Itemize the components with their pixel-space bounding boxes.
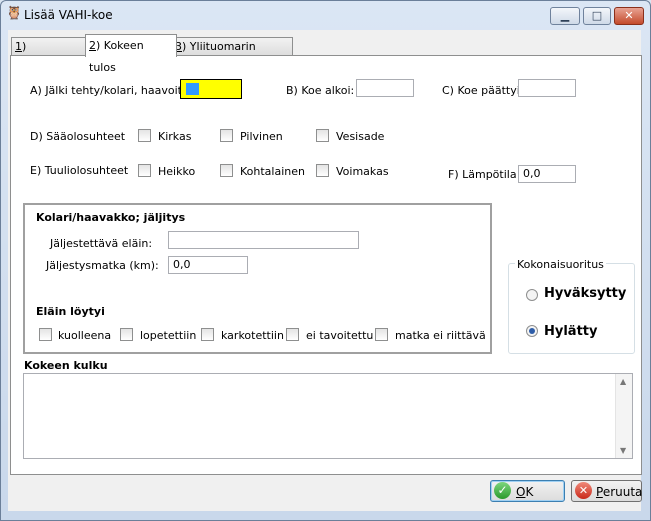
maximize-button[interactable]: □ (583, 7, 611, 25)
checkmark-icon: ✓ (494, 482, 511, 499)
cancel-x-icon: ✕ (575, 482, 592, 499)
wind-heikko-checkbox[interactable] (138, 164, 151, 177)
weather-vesisade-checkbox[interactable] (316, 129, 329, 142)
tracking-distance-input[interactable]: 0,0 (168, 256, 248, 274)
cancel-button[interactable]: ✕ Peruuta (571, 480, 642, 502)
field-b-input[interactable] (356, 79, 414, 97)
progress-scrollbar[interactable]: ▲ ▼ (615, 374, 632, 458)
owl-icon: 🦉 (6, 6, 23, 21)
field-b-label: B) Koe alkoi: (286, 84, 355, 97)
found-karkotettiin-checkbox[interactable] (201, 328, 214, 341)
window-title: Lisää VAHI-koe (24, 8, 113, 22)
wind-voimakas-checkbox[interactable] (316, 164, 329, 177)
field-a-input[interactable] (180, 79, 242, 99)
result-rejected-label: Hylätty (544, 324, 598, 339)
field-c-input[interactable] (518, 79, 576, 97)
field-c-label: C) Koe päättyi: (442, 84, 524, 97)
found-matka-ei-riittava-checkbox[interactable] (375, 328, 388, 341)
tracking-title: Kolari/haavakko; jäljitys (36, 211, 186, 224)
tab-perustiedot[interactable]: 1) Perustiedot (11, 37, 87, 71)
tracked-animal-label: Jäljestettävä eläin: (50, 237, 153, 250)
found-kuolleena-label: kuolleena (58, 329, 112, 342)
found-matka-ei-riittava-label: matka ei riittävä (395, 329, 486, 342)
scroll-up-icon[interactable]: ▲ (620, 377, 626, 386)
tracking-distance-label: Jäljestysmatka (km): (46, 259, 159, 272)
found-lopetettiin-label: lopetettiin (140, 329, 197, 342)
field-a-cursor (186, 83, 199, 95)
found-karkotettiin-label: karkotettiin (221, 329, 284, 342)
animal-found-title: Eläin löytyi (36, 305, 105, 318)
weather-label: D) Sääolosuhteet (30, 130, 126, 143)
minimize-button[interactable]: ▁ (550, 7, 580, 25)
weather-kirkas-checkbox[interactable] (138, 129, 151, 142)
weather-pilvinen-label: Pilvinen (240, 130, 283, 143)
wind-heikko-label: Heikko (158, 165, 196, 178)
weather-pilvinen-checkbox[interactable] (220, 129, 233, 142)
found-ei-tavoitettu-label: ei tavoitettu (306, 329, 374, 342)
found-lopetettiin-checkbox[interactable] (120, 328, 133, 341)
result-group (508, 263, 635, 354)
temperature-input[interactable]: 0,0 (518, 165, 576, 183)
close-button[interactable]: ✕ (614, 7, 644, 25)
progress-title: Kokeen kulku (24, 359, 108, 372)
tab-ylituomarin-kertomus[interactable]: 3) Yliituomarin kertomus (171, 37, 293, 71)
ok-button[interactable]: ✓ OK (490, 480, 565, 502)
result-title: Kokonaisuoritus (515, 258, 606, 271)
found-ei-tavoitettu-checkbox[interactable] (286, 328, 299, 341)
progress-textarea[interactable]: ▲ ▼ (23, 373, 633, 459)
maximize-icon: □ (591, 9, 603, 22)
result-accepted-radio[interactable] (526, 289, 538, 301)
wind-kohtalainen-checkbox[interactable] (220, 164, 233, 177)
weather-vesisade-label: Vesisade (336, 130, 385, 143)
cancel-label: Peruuta (596, 485, 643, 499)
field-a-label: A) Jälki tehty/kolari, haavoitus (30, 84, 195, 97)
title-bar[interactable]: 🦉 Lisää VAHI-koe ▁ □ ✕ (0, 0, 649, 30)
wind-label: E) Tuuliolosuhteet (30, 164, 129, 177)
ok-label: OK (516, 485, 534, 499)
wind-voimakas-label: Voimakas (336, 165, 389, 178)
scroll-down-icon[interactable]: ▼ (620, 446, 626, 455)
tab-kokeen-tulos[interactable]: 2) Kokeen tulos (85, 34, 177, 74)
temperature-label: F) Lämpötila (448, 168, 517, 181)
weather-kirkas-label: Kirkas (158, 130, 192, 143)
close-icon: ✕ (624, 9, 634, 22)
result-accepted-label: Hyväksytty (544, 286, 627, 301)
minimize-icon: ▁ (560, 9, 570, 22)
wind-kohtalainen-label: Kohtalainen (240, 165, 305, 178)
found-kuolleena-checkbox[interactable] (39, 328, 52, 341)
tracked-animal-input[interactable] (168, 231, 359, 249)
result-rejected-radio[interactable] (526, 325, 538, 337)
